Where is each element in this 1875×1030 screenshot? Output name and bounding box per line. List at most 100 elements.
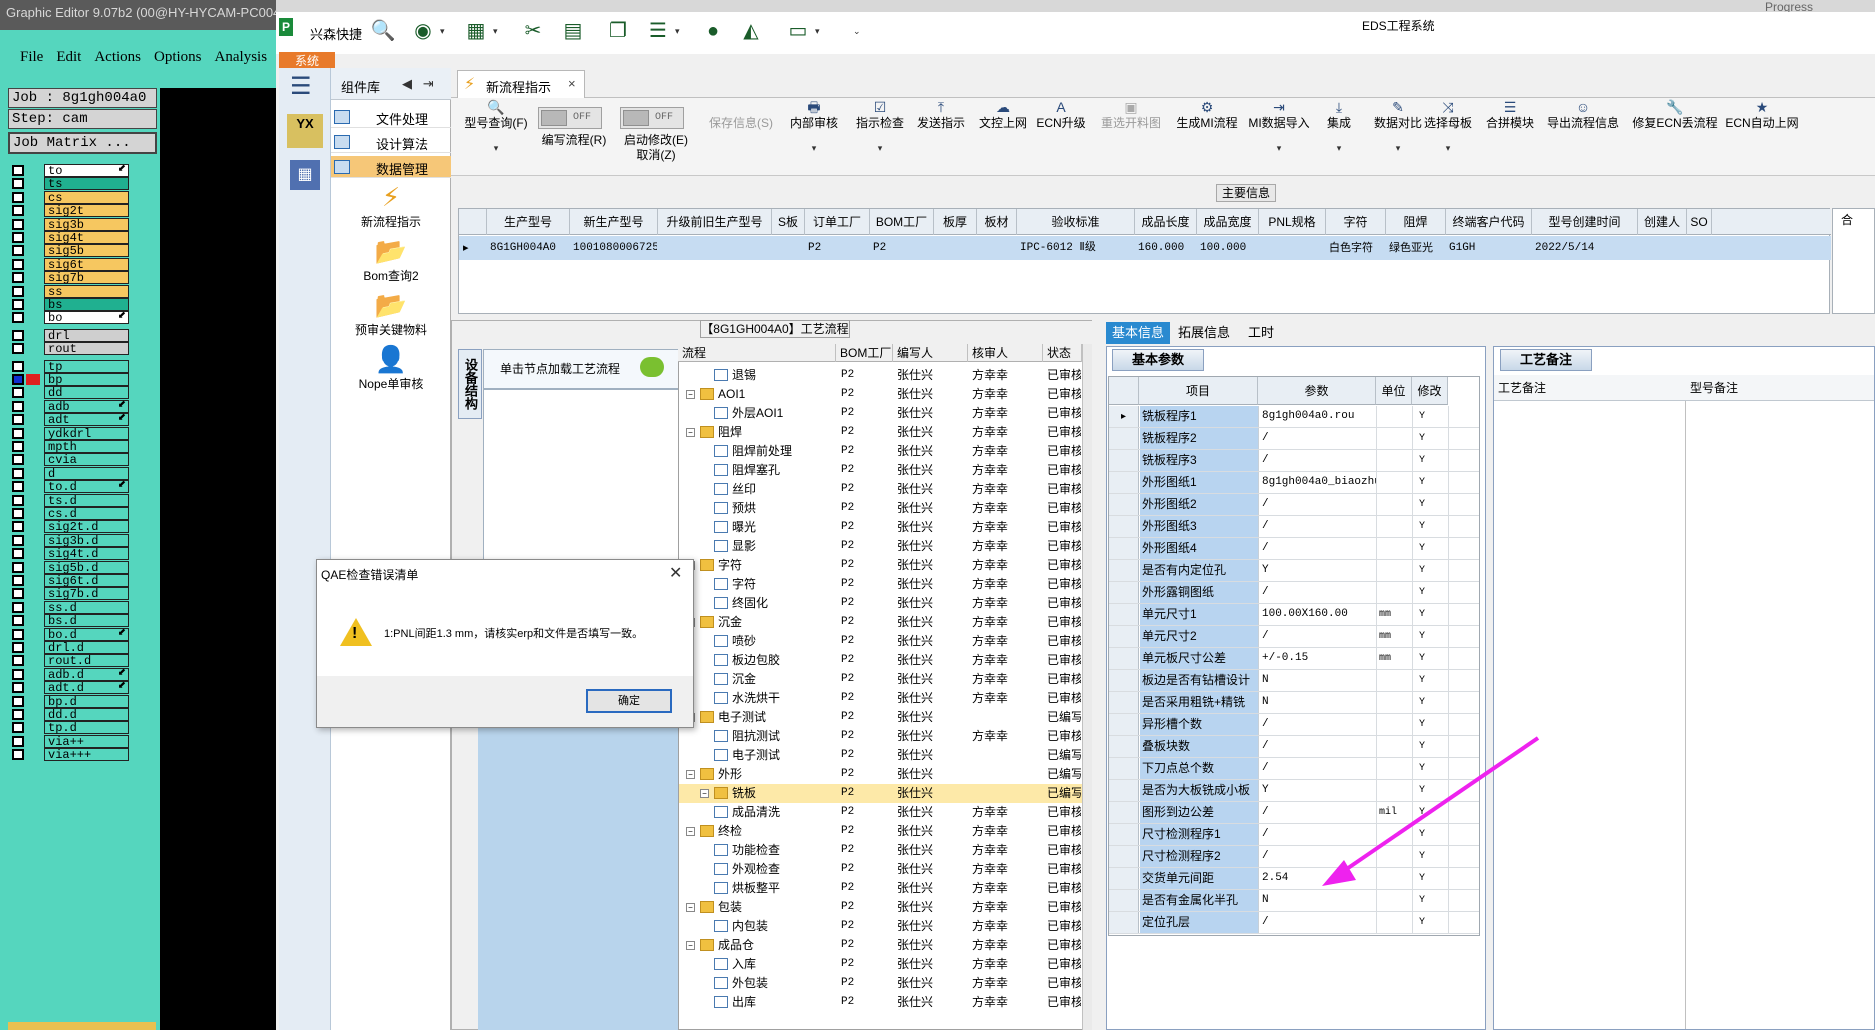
tree-col-header[interactable]: 流程 [678, 344, 836, 362]
layer-checkbox[interactable] [12, 695, 24, 707]
param-row[interactable]: ▸ 铣板程序1 8g1gh004a0.rou Y [1109, 406, 1479, 428]
expand-toggle-icon[interactable]: − [686, 941, 695, 950]
tree-row[interactable]: 退锡 P2 张仕兴 方幸幸 已审核 [679, 366, 1084, 385]
param-value[interactable]: / [1259, 428, 1377, 449]
layer-checkbox[interactable] [12, 682, 24, 694]
process-remarks-column[interactable] [1494, 401, 1686, 1029]
tree-row[interactable]: 功能检查 P2 张仕兴 方幸幸 已审核 [679, 841, 1084, 860]
layer-checkbox[interactable] [12, 561, 24, 573]
param-value[interactable]: / [1259, 516, 1377, 537]
layer-checkbox[interactable] [12, 285, 24, 297]
component-item[interactable]: ⚡ 新流程指示 [331, 180, 451, 230]
expand-toggle-icon[interactable]: − [686, 827, 695, 836]
param-value[interactable]: / [1259, 912, 1377, 933]
param-modify[interactable]: Y [1413, 912, 1449, 933]
tree-row[interactable]: 预烘 P2 张仕兴 方幸幸 已审核 [679, 499, 1084, 518]
layer-checkbox[interactable] [12, 205, 24, 217]
layer-checkbox[interactable] [12, 245, 24, 257]
tree-row[interactable]: 板边包胶 P2 张仕兴 方幸幸 已审核 [679, 651, 1084, 670]
layer-checkbox[interactable] [12, 272, 24, 284]
param-value[interactable]: N [1259, 890, 1377, 911]
param-row[interactable]: 是否采用粗铣+精铣 N Y [1109, 692, 1479, 714]
tab-close-icon[interactable]: × [568, 76, 576, 91]
tree-row[interactable]: 阻焊前处理 P2 张仕兴 方幸幸 已审核 [679, 442, 1084, 461]
param-value[interactable]: / [1259, 494, 1377, 515]
tree-row[interactable]: 阻焊塞孔 P2 张仕兴 方幸幸 已审核 [679, 461, 1084, 480]
globe-icon[interactable]: ◉ [410, 18, 436, 44]
layer-checkbox[interactable] [12, 218, 24, 230]
param-row[interactable]: 是否有内定位孔 Y Y [1109, 560, 1479, 582]
param-row[interactable]: 外形图纸2/ Y [1109, 494, 1479, 516]
overflow-arrow-icon[interactable]: ⌄ [853, 26, 861, 37]
toolbar-button[interactable]: ☰ 合拼模块 [1482, 100, 1538, 131]
toolbar-button[interactable]: 🖶 内部审核 ▾ [786, 100, 842, 156]
splitter[interactable] [1092, 320, 1106, 1030]
tree-row[interactable]: 曝光 P2 张仕兴 方幸幸 已审核 [679, 518, 1084, 537]
toolbar-button[interactable]: 🔧 修复ECN丢流程 [1632, 100, 1718, 131]
param-row[interactable]: 单元尺寸1 100.00X160.00 mm Y [1109, 604, 1479, 626]
param-value[interactable]: / [1259, 626, 1377, 647]
expand-toggle-icon[interactable]: − [700, 789, 709, 798]
param-modify[interactable]: Y [1413, 560, 1449, 581]
toolbar-button[interactable]: ⚙ 生成MI流程 [1172, 100, 1242, 131]
param-value[interactable]: +/-0.15 [1259, 648, 1377, 669]
layer-checkbox[interactable] [12, 588, 24, 600]
yx-nav-icon[interactable]: YX [287, 114, 323, 148]
expand-toggle-icon[interactable]: − [686, 428, 695, 437]
param-row[interactable]: 板边是否有钻槽设计 N Y [1109, 670, 1479, 692]
copy-icon[interactable]: ❐ [605, 18, 631, 44]
info-col-header[interactable]: SO [1687, 209, 1712, 235]
layer-checkbox[interactable] [12, 749, 24, 761]
tree-row[interactable]: 字符 P2 张仕兴 方幸幸 已审核 [679, 575, 1084, 594]
dropdown-arrow-icon[interactable]: ▾ [675, 26, 680, 37]
user-icon[interactable]: ● [700, 18, 726, 44]
tree-row[interactable]: −电子测试P2张仕兴已编写 [679, 708, 1084, 727]
ge-menu-edit[interactable]: Edit [56, 44, 81, 70]
tree-row[interactable]: − 阻焊 P2 张仕兴 方幸幸 已审核 [679, 423, 1084, 442]
film-icon[interactable]: ▤ [560, 18, 586, 44]
device-structure-tab[interactable]: 设备结构 [458, 349, 482, 419]
tree-row[interactable]: − 包装 P2 张仕兴 方幸幸 已审核 [679, 898, 1084, 917]
ge-menu-options[interactable]: Options [154, 44, 202, 70]
layer-checkbox[interactable] [12, 329, 24, 341]
tab-new-process[interactable]: ⚡ 新流程指示 × [457, 70, 585, 98]
param-modify[interactable]: Y [1413, 538, 1449, 559]
layer-checkbox[interactable] [12, 312, 24, 324]
param-modify[interactable]: Y [1413, 890, 1449, 911]
toolbar-button[interactable]: ☑ 指示检查 ▾ [850, 100, 910, 156]
info-col-header[interactable]: 订单工厂 [805, 209, 870, 235]
layer-checkbox[interactable] [12, 258, 24, 270]
info-col-header[interactable]: 型号创建时间 [1532, 209, 1638, 235]
info-col-header[interactable]: PNL规格 [1259, 209, 1326, 235]
info-col-header[interactable]: 成品宽度 [1197, 209, 1259, 235]
graphic-canvas[interactable] [160, 88, 276, 1030]
info-col-header[interactable]: 板材 [977, 209, 1017, 235]
dropdown-arrow-icon[interactable]: ▾ [1420, 141, 1476, 156]
toolbar-button[interactable]: ★ ECN自动上网 [1725, 100, 1799, 131]
tree-row[interactable]: 外层AOI1 P2 张仕兴 方幸幸 已审核 [679, 404, 1084, 423]
calculator-nav-icon[interactable]: ▦ [290, 160, 320, 190]
param-modify[interactable]: Y [1413, 494, 1449, 515]
dropdown-arrow-icon[interactable]: ▾ [462, 141, 530, 156]
param-value[interactable]: 8g1gh004a0_biaozhu.pdf [1259, 472, 1377, 493]
tree-row[interactable]: 显影 P2 张仕兴 方幸幸 已审核 [679, 537, 1084, 556]
dropdown-arrow-icon[interactable]: ▾ [493, 26, 498, 37]
tree-row[interactable]: 沉金 P2 张仕兴 方幸幸 已审核 [679, 670, 1084, 689]
param-col-header[interactable]: 项目 [1139, 377, 1258, 405]
toolbar-button[interactable]: 编写流程(R) [540, 133, 608, 148]
layer-checkbox[interactable] [12, 642, 24, 653]
toolbar-button[interactable]: 🔍 型号查询(F) ▾ [462, 100, 530, 156]
search-icon[interactable]: 🔍 [370, 18, 396, 44]
layer-checkbox[interactable] [12, 414, 24, 426]
info-col-header[interactable]: BOM工厂 [870, 209, 934, 235]
layer-checkbox[interactable] [12, 299, 24, 310]
info-col-header[interactable]: 板厚 [934, 209, 977, 235]
dialog-close-icon[interactable]: ✕ [669, 563, 682, 583]
toolbar-button[interactable]: ☺ 导出流程信息 [1543, 100, 1623, 131]
basic-info-tab[interactable]: 拓展信息 [1172, 322, 1236, 344]
tree-row[interactable]: 入库 P2 张仕兴 方幸幸 已审核 [679, 955, 1084, 974]
param-col-header[interactable]: 参数 [1258, 377, 1376, 405]
toolbar-button[interactable]: 启动修改(E) 取消(Z) [622, 133, 690, 163]
basic-info-tab[interactable]: 基本信息 [1106, 322, 1171, 344]
layer-checkbox[interactable] [12, 628, 24, 640]
